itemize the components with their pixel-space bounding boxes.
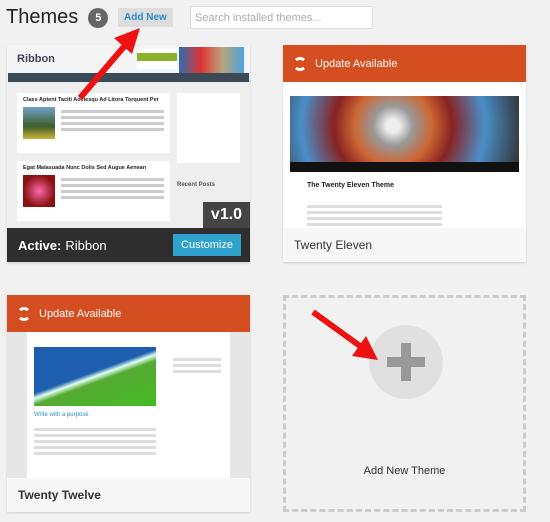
customize-button[interactable]: Customize xyxy=(173,234,241,256)
refresh-icon xyxy=(17,306,31,321)
theme-footer: Twenty Eleven xyxy=(283,228,526,262)
add-new-button[interactable]: Add New xyxy=(118,8,173,27)
search-input[interactable] xyxy=(190,6,373,29)
update-label: Update Available xyxy=(315,57,398,70)
theme-screenshot[interactable]: Ribbon Class Aptent Taciti Aociesqu Ad L… xyxy=(7,45,250,228)
theme-name: Ribbon xyxy=(65,237,107,253)
theme-footer: Twenty Twelve xyxy=(7,478,250,512)
theme-footer: Active: Ribbon Customize xyxy=(7,228,250,262)
theme-name: Twenty Eleven xyxy=(294,238,373,252)
add-new-theme-label: Add New Theme xyxy=(363,465,446,477)
active-label: Active: xyxy=(18,237,62,253)
version-badge: v1.0 xyxy=(203,202,250,228)
page-title: Themes xyxy=(6,6,79,28)
update-label: Update Available xyxy=(39,307,122,320)
preview-post-title: The Twenty Eleven Theme xyxy=(307,182,395,189)
preview-post-title: Class Aptent Taciti Aociesqu Ad Litora T… xyxy=(23,97,159,103)
ribbon-logo: Ribbon xyxy=(17,53,55,65)
theme-name: Twenty Twelve xyxy=(18,488,101,502)
add-new-theme-tile[interactable]: Add New Theme xyxy=(283,295,526,512)
preview-post-title: Egat Malasuada Nunc Dolis Sed Augue Aene… xyxy=(23,165,147,171)
theme-count-badge: 5 xyxy=(88,7,109,28)
page-header: Themes 5 xyxy=(6,6,109,29)
theme-card-twenty-eleven[interactable]: Update Available The Twenty Eleven Theme… xyxy=(283,45,526,262)
refresh-icon xyxy=(293,56,307,71)
theme-card-twenty-twelve[interactable]: Update Available Write with a purpose Tw… xyxy=(7,295,250,512)
theme-card-ribbon[interactable]: Ribbon Class Aptent Taciti Aociesqu Ad L… xyxy=(7,45,250,262)
update-available-banner[interactable]: Update Available xyxy=(7,295,250,332)
preview-sidebar-heading: Recent Posts xyxy=(177,182,216,188)
update-available-banner[interactable]: Update Available xyxy=(283,45,526,82)
plus-icon xyxy=(369,325,443,399)
preview-post-title: Write with a purpose xyxy=(34,412,89,418)
